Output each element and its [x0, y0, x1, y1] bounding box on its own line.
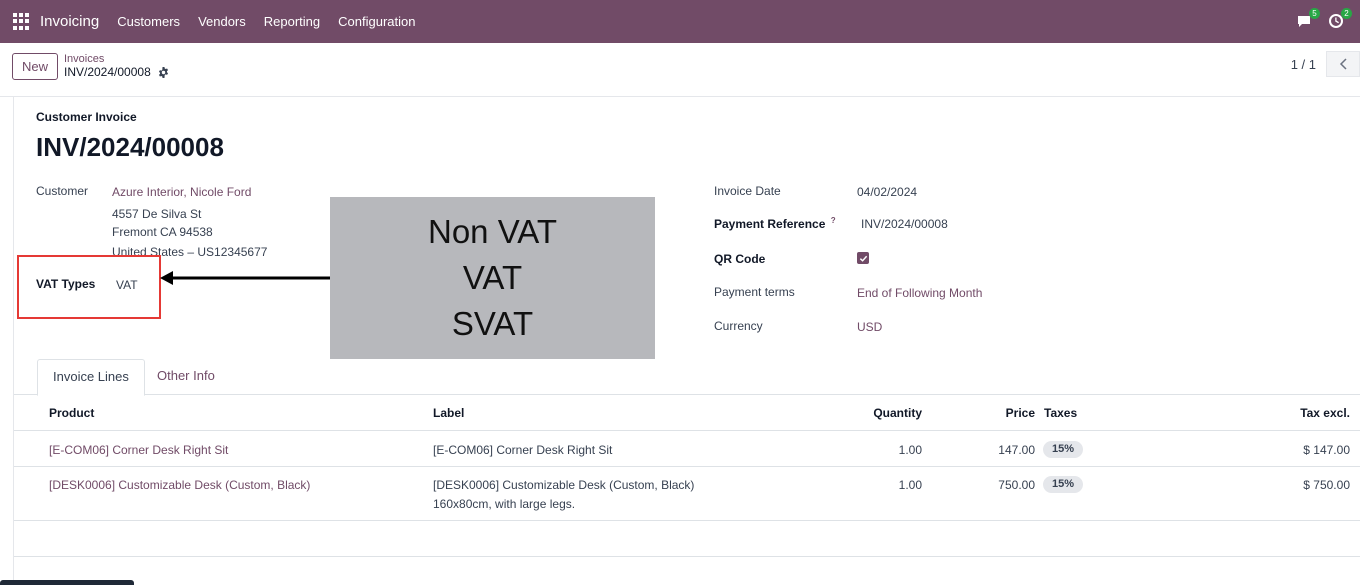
- vat-types-highlight-box: [17, 255, 161, 319]
- qr-code-label: QR Code: [714, 252, 766, 266]
- new-button[interactable]: New: [12, 53, 59, 80]
- main-menu: Customers Vendors Reporting Configuratio…: [117, 14, 433, 29]
- qr-code-checkbox[interactable]: [857, 252, 869, 264]
- document-name: INV/2024/00008: [36, 132, 224, 162]
- table-empty-row[interactable]: [14, 521, 1360, 557]
- document-type-label: Customer Invoice: [36, 110, 137, 124]
- row-quantity[interactable]: 1.00: [899, 443, 922, 457]
- systray: 5 2: [1282, 0, 1352, 43]
- menu-configuration[interactable]: Configuration: [338, 14, 415, 29]
- annotation-arrow-icon: [160, 271, 332, 285]
- pager: 1 / 1: [1291, 51, 1360, 77]
- chevron-left-icon: [1339, 58, 1347, 70]
- address-line-1: 4557 De Silva St: [112, 207, 202, 221]
- apps-menu-icon[interactable]: [13, 12, 31, 31]
- customer-label: Customer: [36, 184, 89, 198]
- column-price[interactable]: Price: [1006, 406, 1035, 420]
- messages-icon[interactable]: 5: [1296, 7, 1320, 31]
- messages-count-badge: 5: [1309, 7, 1320, 19]
- column-product[interactable]: Product: [49, 406, 94, 420]
- row-quantity[interactable]: 1.00: [899, 478, 922, 492]
- option-svat: SVAT: [451, 305, 534, 342]
- bottom-status-bar: [0, 580, 134, 585]
- menu-reporting[interactable]: Reporting: [264, 14, 320, 29]
- top-navbar: Invoicing Customers Vendors Reporting Co…: [0, 0, 1360, 43]
- column-quantity[interactable]: Quantity: [873, 406, 922, 420]
- payment-reference-label: Payment Reference ?: [714, 216, 836, 231]
- activities-clock-icon[interactable]: 2: [1328, 7, 1352, 31]
- pager-value[interactable]: 1 / 1: [1291, 57, 1316, 72]
- payment-terms-field[interactable]: End of Following Month: [857, 286, 982, 300]
- payment-terms-label: Payment terms: [714, 285, 795, 299]
- option-non-vat: Non VAT: [428, 213, 557, 250]
- payment-reference-label-text: Payment Reference: [714, 217, 826, 231]
- tax-badge[interactable]: 15%: [1043, 476, 1084, 493]
- column-tax-excl[interactable]: Tax excl.: [1300, 406, 1350, 420]
- row-subtotal: $ 750.00: [1303, 478, 1350, 492]
- activities-count-badge: 2: [1341, 7, 1352, 19]
- notebook-tabs: Invoice Lines Other Info: [14, 359, 1360, 396]
- menu-vendors[interactable]: Vendors: [198, 14, 246, 29]
- menu-customers[interactable]: Customers: [117, 14, 180, 29]
- invoice-date-label: Invoice Date: [714, 184, 781, 198]
- breadcrumb-current: INV/2024/00008: [64, 65, 169, 80]
- row-label[interactable]: [DESK0006] Customizable Desk (Custom, Bl…: [433, 478, 694, 492]
- table-row[interactable]: [DESK0006] Customizable Desk (Custom, Bl…: [14, 467, 1360, 521]
- column-label[interactable]: Label: [433, 406, 464, 420]
- check-icon: [859, 255, 867, 262]
- currency-field[interactable]: USD: [857, 320, 882, 334]
- help-tooltip-icon[interactable]: ?: [831, 216, 836, 225]
- breadcrumb-invoices-link[interactable]: Invoices: [64, 53, 169, 65]
- currency-label: Currency: [714, 319, 763, 333]
- invoice-date-field[interactable]: 04/02/2024: [857, 185, 917, 199]
- row-label-line-2[interactable]: 160x80cm, with large legs.: [433, 497, 575, 511]
- app-name[interactable]: Invoicing: [40, 13, 99, 30]
- address-line-2: Fremont CA 94538: [112, 225, 213, 239]
- row-label[interactable]: [E-COM06] Corner Desk Right Sit: [433, 443, 612, 457]
- vat-options-annotation: Non VAT VAT SVAT: [330, 197, 655, 359]
- row-price[interactable]: 147.00: [998, 443, 1035, 457]
- tab-invoice-lines[interactable]: Invoice Lines: [37, 359, 145, 396]
- breadcrumb-current-label: INV/2024/00008: [64, 65, 151, 79]
- row-product[interactable]: [E-COM06] Corner Desk Right Sit: [49, 443, 228, 457]
- pager-previous-button[interactable]: [1326, 51, 1360, 77]
- option-vat: VAT: [462, 259, 523, 296]
- table-header-row: Product Label Quantity Price Taxes Tax e…: [14, 395, 1360, 431]
- column-taxes[interactable]: Taxes: [1044, 406, 1077, 420]
- row-price[interactable]: 750.00: [998, 478, 1035, 492]
- control-panel: New Invoices INV/2024/00008 1 / 1: [0, 43, 1360, 97]
- customer-field[interactable]: Azure Interior, Nicole Ford: [112, 185, 251, 199]
- gear-icon[interactable]: [158, 67, 169, 78]
- row-product[interactable]: [DESK0006] Customizable Desk (Custom, Bl…: [49, 478, 310, 492]
- row-subtotal: $ 147.00: [1303, 443, 1350, 457]
- breadcrumb: Invoices INV/2024/00008: [64, 53, 169, 80]
- tab-other-info[interactable]: Other Info: [142, 359, 230, 395]
- tax-badge[interactable]: 15%: [1043, 441, 1084, 458]
- form-sheet: Customer Invoice INV/2024/00008 Customer…: [13, 97, 1360, 585]
- payment-reference-field[interactable]: INV/2024/00008: [861, 217, 948, 231]
- table-row[interactable]: [E-COM06] Corner Desk Right Sit [E-COM06…: [14, 431, 1360, 467]
